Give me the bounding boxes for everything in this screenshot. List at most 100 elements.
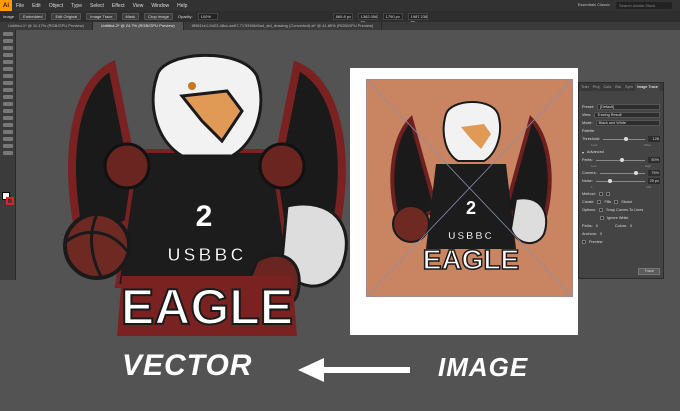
fills-checkbox[interactable] bbox=[597, 200, 602, 204]
menu-object[interactable]: Object bbox=[45, 3, 67, 9]
vector-eagle-artwork[interactable]: 2 USBBC EAGLE bbox=[42, 46, 367, 341]
team-small-text: USBBC bbox=[167, 245, 246, 265]
noise-low-label: 1 bbox=[591, 185, 593, 189]
width-field[interactable]: 1790 px bbox=[382, 13, 403, 20]
paths-slider[interactable] bbox=[595, 157, 645, 162]
paths-knob[interactable] bbox=[620, 157, 625, 162]
eyedropper-tool-icon[interactable] bbox=[3, 144, 13, 148]
snap-curves-checkbox[interactable] bbox=[599, 208, 604, 212]
menu-type[interactable]: Type bbox=[67, 3, 86, 9]
workspace-switcher[interactable]: Essentials Classic bbox=[578, 2, 610, 7]
preset-label: Preset: bbox=[582, 105, 595, 109]
paintbrush-tool-icon[interactable] bbox=[3, 88, 13, 92]
anchors-stat-label: Anchors: bbox=[582, 232, 597, 236]
edit-original-button[interactable]: Edit Original bbox=[51, 13, 82, 20]
strokes-checkbox[interactable] bbox=[614, 200, 619, 204]
scale-tool-icon[interactable] bbox=[3, 116, 13, 120]
raster-eagle-image[interactable]: 2 USBBC EAGLE bbox=[366, 79, 573, 297]
advanced-toggle-icon[interactable]: ▾ bbox=[582, 150, 584, 155]
mode-select[interactable]: Black and White bbox=[595, 120, 660, 126]
x-field[interactable]: 869.8 px bbox=[332, 13, 353, 20]
menu-window[interactable]: Window bbox=[147, 3, 173, 9]
pencil-tool-icon[interactable] bbox=[3, 95, 13, 99]
preset-select[interactable]: [Default] bbox=[597, 104, 660, 110]
preview-label: Preview bbox=[589, 240, 603, 244]
width-tool-icon[interactable] bbox=[3, 123, 13, 127]
preview-checkbox[interactable] bbox=[582, 240, 586, 244]
snap-curves-label: Snap Curves To Lines bbox=[606, 208, 644, 212]
search-input[interactable]: Search Adobe Stock bbox=[616, 2, 672, 9]
view-select[interactable]: Tracing Result bbox=[594, 112, 660, 118]
right-shoulder bbox=[258, 142, 306, 190]
left-shoulder bbox=[103, 142, 151, 190]
corners-slider[interactable] bbox=[599, 170, 645, 175]
mode-label: Mode: bbox=[582, 121, 593, 125]
selection-tool-icon[interactable] bbox=[3, 32, 13, 36]
colors-stat-value: 0 bbox=[629, 224, 633, 228]
vector-caption: VECTOR bbox=[122, 349, 253, 382]
tab-symbols[interactable]: Sym bbox=[623, 83, 635, 91]
mask-button[interactable]: Mask bbox=[121, 13, 140, 20]
embedded-button[interactable]: Embedded bbox=[19, 13, 47, 20]
noise-slider[interactable] bbox=[595, 178, 645, 183]
document-tab[interactable]: Untitled-1* @ 11.17% (RGB/GPU Preview) bbox=[0, 22, 93, 30]
tools-panel bbox=[0, 30, 16, 280]
image-trace-button[interactable]: Image Trace bbox=[86, 13, 117, 20]
paths-stat-label: Paths: bbox=[582, 224, 593, 228]
menu-view[interactable]: View bbox=[129, 3, 148, 9]
tab-color[interactable]: Colo bbox=[601, 83, 613, 91]
document-tab[interactable]: 8f9811e1-5d23-48cc-ae67-717f4f40e5a4_std… bbox=[184, 22, 383, 30]
jersey-number: 2 bbox=[196, 200, 213, 233]
trace-button[interactable]: Trace bbox=[638, 268, 660, 275]
rectangle-tool-icon[interactable] bbox=[3, 81, 13, 85]
noise-field[interactable]: 25 px bbox=[648, 178, 660, 184]
crop-image-button[interactable]: Crop Image bbox=[144, 13, 173, 20]
opacity-field[interactable]: 100% bbox=[197, 13, 218, 20]
corners-row: Corners: 75% bbox=[579, 169, 663, 177]
shape-builder-tool-icon[interactable] bbox=[3, 137, 13, 141]
rotate-tool-icon[interactable] bbox=[3, 109, 13, 113]
line-tool-icon[interactable] bbox=[3, 74, 13, 78]
free-transform-tool-icon[interactable] bbox=[3, 130, 13, 134]
method-overlapping-icon[interactable] bbox=[605, 192, 610, 196]
corners-knob[interactable] bbox=[633, 170, 638, 175]
menu-effect[interactable]: Effect bbox=[108, 3, 129, 9]
pen-tool-icon[interactable] bbox=[3, 53, 13, 57]
ignore-white-checkbox[interactable] bbox=[600, 216, 604, 220]
anchors-row: Anchors: 0 bbox=[579, 230, 663, 238]
tab-properties[interactable]: Proj bbox=[591, 83, 602, 91]
tab-brushes[interactable]: Bru bbox=[613, 83, 623, 91]
y-field[interactable]: 1362.056 px bbox=[357, 13, 378, 24]
paths-high-label: High bbox=[644, 164, 651, 168]
paths-field[interactable]: 50% bbox=[648, 157, 660, 163]
noise-knob[interactable] bbox=[608, 178, 613, 183]
view-row: View: Tracing Result bbox=[579, 111, 663, 119]
height-field[interactable]: 1987.238 px bbox=[407, 13, 428, 24]
threshold-slider[interactable] bbox=[602, 136, 645, 141]
paths-stat-value: 0 bbox=[595, 224, 598, 228]
stroke-swatch[interactable] bbox=[6, 197, 14, 205]
corners-label: Corners: bbox=[582, 171, 597, 175]
opacity-label: Opacity: bbox=[177, 14, 193, 19]
tab-image-trace[interactable]: Image Trace bbox=[634, 83, 660, 91]
menu-file[interactable]: File bbox=[12, 3, 28, 9]
direct-selection-tool-icon[interactable] bbox=[3, 39, 13, 43]
method-abutting-icon[interactable] bbox=[598, 192, 603, 196]
selection-type-label: Image bbox=[3, 14, 15, 19]
magic-wand-tool-icon[interactable] bbox=[3, 46, 13, 50]
curvature-tool-icon[interactable] bbox=[3, 60, 13, 64]
advanced-row[interactable]: ▾ Advanced bbox=[579, 148, 663, 156]
type-tool-icon[interactable] bbox=[3, 67, 13, 71]
paths-row: Paths: 50% bbox=[579, 156, 663, 164]
zoom-tool-icon[interactable] bbox=[3, 151, 13, 155]
threshold-knob[interactable] bbox=[623, 136, 628, 141]
threshold-field[interactable]: 128 bbox=[648, 136, 660, 142]
document-tab-active[interactable]: Untitled-2* @ 24.7% (RGB/GPU Preview) bbox=[92, 22, 184, 30]
eraser-tool-icon[interactable] bbox=[3, 102, 13, 106]
tab-transform[interactable]: Tran bbox=[579, 83, 591, 91]
menu-select[interactable]: Select bbox=[86, 3, 108, 9]
menu-help[interactable]: Help bbox=[173, 3, 191, 9]
illustrator-window: Ai File Edit Object Type Select Effect V… bbox=[0, 0, 680, 411]
menu-edit[interactable]: Edit bbox=[28, 3, 45, 9]
corners-field[interactable]: 75% bbox=[648, 170, 660, 176]
